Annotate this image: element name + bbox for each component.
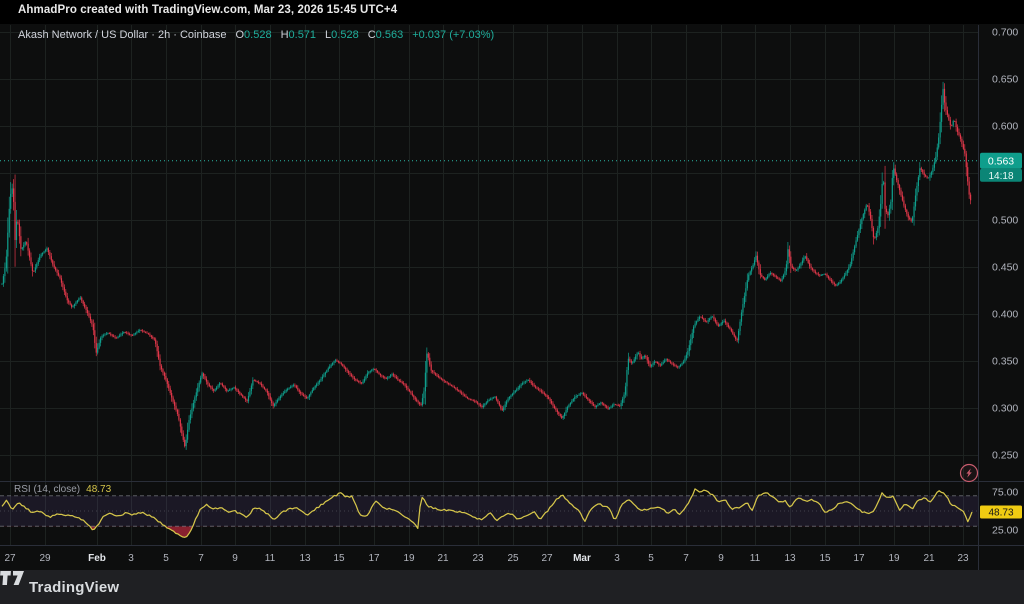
svg-text:0.250: 0.250	[992, 450, 1018, 462]
tradingview-chart-window: 0.700 0.650 0.600 0.500 0.450 0.400 0.350 0.300…	[0, 0, 1024, 604]
svg-text:15: 15	[819, 553, 831, 564]
footer-bar: TradingView	[0, 570, 1024, 604]
watermark-attribution: AhmadPro created with TradingView.com, M…	[18, 4, 397, 16]
svg-text:19: 19	[403, 553, 415, 564]
lightning-icon[interactable]	[961, 465, 978, 482]
svg-text:3: 3	[128, 553, 134, 564]
svg-text:25: 25	[507, 553, 519, 564]
symbol-legend: Akash Network / US Dollar · 2h · Coinbas…	[18, 29, 494, 41]
svg-text:9: 9	[232, 553, 238, 564]
svg-text:13: 13	[299, 553, 311, 564]
svg-text:7: 7	[683, 553, 689, 564]
rsi-indicator-legend[interactable]: RSI (14, close) 48.73	[14, 484, 111, 495]
svg-text:0.563: 0.563	[988, 155, 1014, 167]
svg-text:15: 15	[333, 553, 345, 564]
svg-text:11: 11	[750, 553, 761, 564]
svg-text:Feb: Feb	[88, 553, 106, 564]
rsi-legend-value: 48.73	[86, 484, 111, 495]
svg-text:0.650: 0.650	[992, 74, 1018, 86]
svg-text:17: 17	[853, 553, 865, 564]
ohlc-high: H0.571	[281, 29, 316, 41]
svg-text:3: 3	[614, 553, 620, 564]
svg-text:0.600: 0.600	[992, 121, 1018, 133]
svg-text:19: 19	[888, 553, 900, 564]
svg-text:25.00: 25.00	[992, 525, 1018, 537]
svg-text:0.450: 0.450	[992, 262, 1018, 274]
svg-text:0.350: 0.350	[992, 356, 1018, 368]
svg-text:9: 9	[718, 553, 724, 564]
svg-text:27: 27	[541, 553, 553, 564]
svg-text:11: 11	[265, 553, 276, 564]
ohlc-low: L0.528	[325, 29, 359, 41]
svg-text:48.73: 48.73	[988, 507, 1013, 518]
svg-text:5: 5	[648, 553, 654, 564]
rsi-value-badge: 48.73	[980, 505, 1022, 518]
last-price-badge: 0.563 14:18	[980, 153, 1022, 182]
svg-text:29: 29	[39, 553, 51, 564]
svg-text:17: 17	[368, 553, 380, 564]
svg-text:7: 7	[198, 553, 204, 564]
price-change: +0.037 (+7.03%)	[412, 29, 494, 41]
svg-text:Mar: Mar	[573, 553, 591, 564]
svg-text:5: 5	[163, 553, 169, 564]
svg-text:21: 21	[923, 553, 935, 564]
chart-canvas[interactable]: 0.700 0.650 0.600 0.500 0.450 0.400 0.350 0.300…	[0, 0, 1024, 570]
ohlc-open: O0.528	[235, 29, 271, 41]
svg-text:0.300: 0.300	[992, 403, 1018, 415]
svg-text:23: 23	[957, 553, 969, 564]
tradingview-wordmark[interactable]: TradingView	[29, 579, 119, 596]
svg-text:27: 27	[4, 553, 16, 564]
svg-text:75.00: 75.00	[992, 487, 1018, 499]
svg-text:23: 23	[472, 553, 484, 564]
svg-text:0.700: 0.700	[992, 27, 1018, 39]
svg-text:0.500: 0.500	[992, 215, 1018, 227]
svg-text:13: 13	[784, 553, 796, 564]
ohlc-close: C0.563	[368, 29, 403, 41]
svg-text:21: 21	[437, 553, 449, 564]
svg-text:0.400: 0.400	[992, 309, 1018, 321]
svg-text:14:18: 14:18	[988, 171, 1013, 182]
rsi-legend-label: RSI (14, close)	[14, 484, 80, 495]
symbol-title[interactable]: Akash Network / US Dollar · 2h · Coinbas…	[18, 29, 226, 41]
